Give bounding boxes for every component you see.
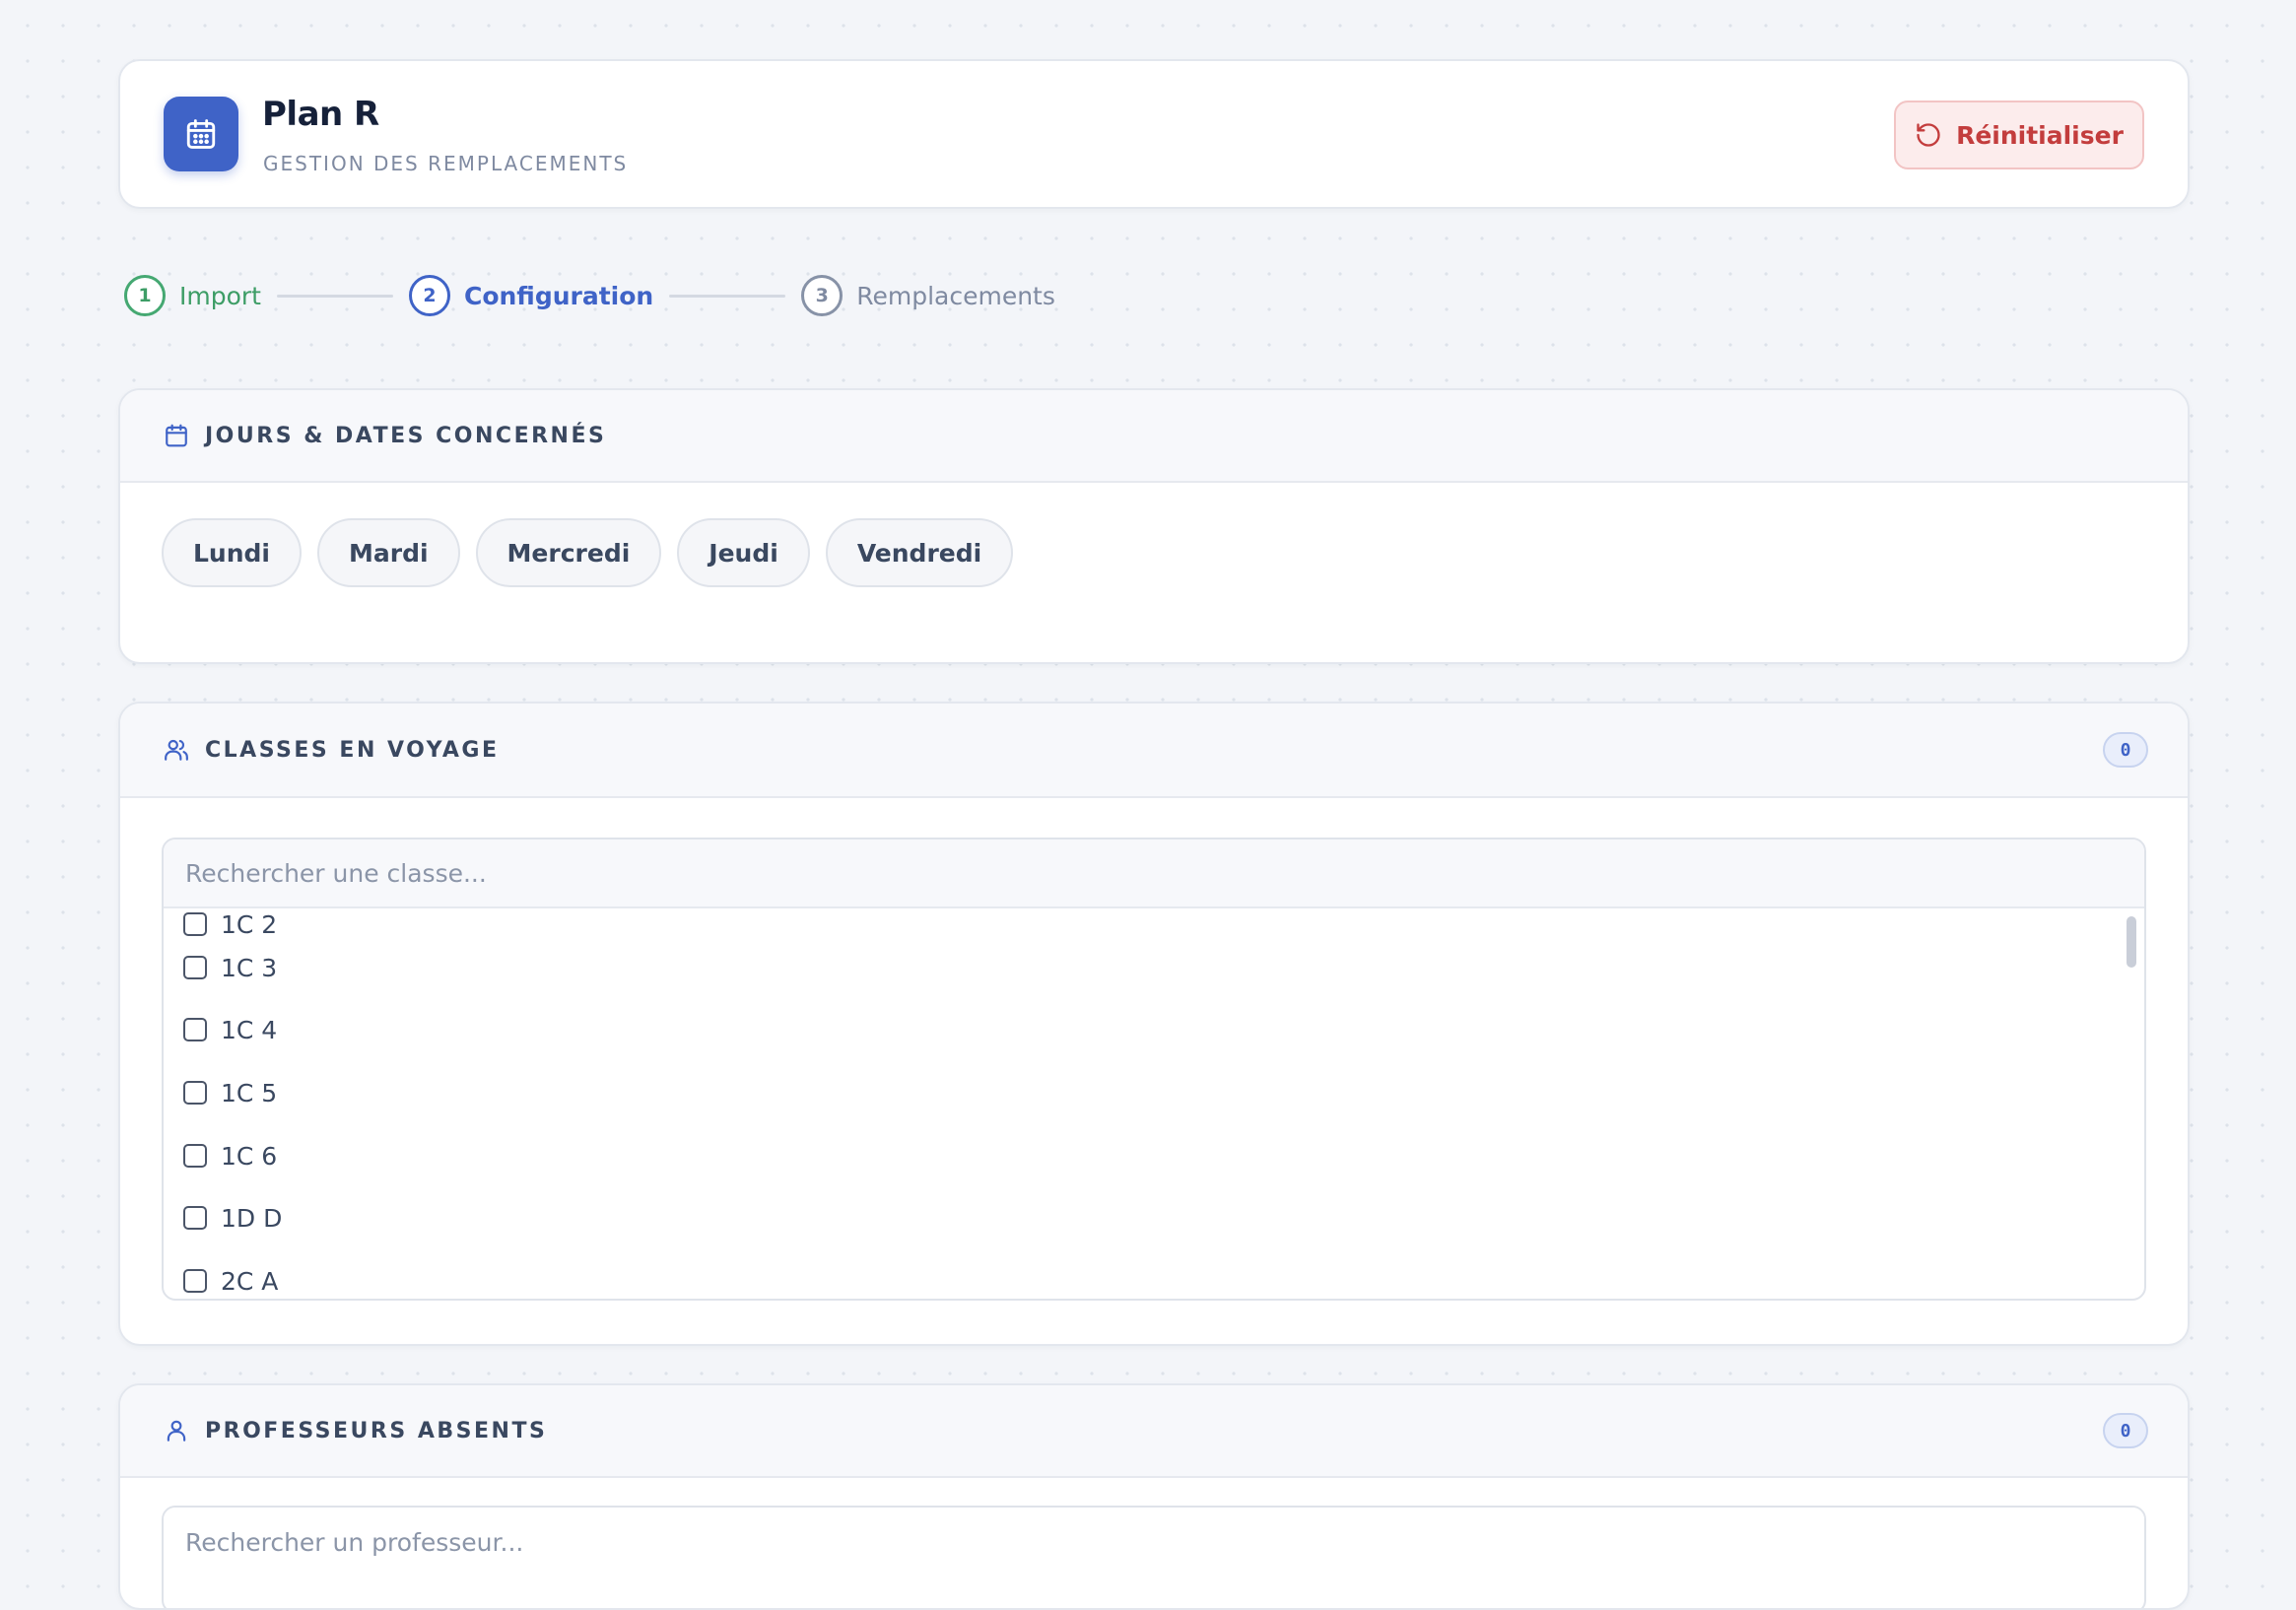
prof-search-input[interactable]: [164, 1508, 2144, 1576]
reset-icon: [1917, 123, 1940, 147]
day-thursday[interactable]: Jeudi: [677, 518, 810, 587]
app-title: Plan R: [262, 95, 379, 134]
day-monday[interactable]: Lundi: [162, 518, 302, 587]
day-tuesday[interactable]: Mardi: [317, 518, 460, 587]
class-option[interactable]: 1C 4: [183, 1010, 277, 1049]
day-friday[interactable]: Vendredi: [825, 518, 1014, 587]
class-checkbox[interactable]: [183, 1018, 207, 1041]
class-search-input[interactable]: [164, 839, 2144, 908]
classes-section-header: CLASSES EN VOYAGE 0: [120, 704, 2188, 798]
class-label: 1C 5: [221, 1078, 278, 1107]
classes-section-title: CLASSES EN VOYAGE: [205, 737, 500, 763]
step-remplacements[interactable]: 3 Remplacements: [801, 275, 1055, 316]
profs-section-header: PROFESSEURS ABSENTS 0: [120, 1385, 2188, 1478]
days-section: JOURS & DATES CONCERNÉS Lundi Mardi Merc…: [118, 388, 2190, 664]
prof-picker: [162, 1506, 2146, 1608]
stepper: 1 Import 2 Configuration 3 Remplacements: [124, 272, 1055, 319]
class-option[interactable]: 1C 6: [183, 1136, 277, 1175]
class-label: 1C 3: [221, 953, 278, 982]
days-section-header: JOURS & DATES CONCERNÉS: [120, 390, 2188, 483]
class-label: 2C A: [221, 1266, 279, 1296]
step-connector: [669, 294, 786, 298]
class-picker: 1C 2 1C 3 1C 4 1C 5 1C 6 1D D: [162, 838, 2146, 1301]
app-header: Plan R GESTION DES REMPLACEMENTS Réiniti…: [118, 59, 2190, 209]
class-option[interactable]: 1D D: [183, 1198, 282, 1238]
step-number: 3: [801, 275, 844, 316]
classes-section: CLASSES EN VOYAGE 0 1C 2 1C 3 1C 4 1C 5: [118, 702, 2190, 1346]
profs-count-badge: 0: [2103, 1413, 2148, 1448]
day-wednesday[interactable]: Mercredi: [475, 518, 662, 587]
step-label: Configuration: [463, 281, 654, 310]
reset-button-label: Réinitialiser: [1956, 120, 2124, 150]
class-label: 1C 4: [221, 1015, 278, 1044]
user-icon: [162, 1416, 191, 1445]
step-import[interactable]: 1 Import: [124, 275, 261, 316]
reset-button[interactable]: Réinitialiser: [1894, 101, 2144, 169]
calendar-icon: [162, 421, 191, 450]
day-selector: Lundi Mardi Mercredi Jeudi Vendredi: [120, 483, 2188, 587]
class-label: 1D D: [221, 1203, 283, 1233]
profs-section: PROFESSEURS ABSENTS 0: [118, 1383, 2190, 1610]
class-list-scrollbar[interactable]: [2127, 916, 2136, 968]
step-label: Import: [179, 281, 261, 310]
class-checkbox[interactable]: [183, 1269, 207, 1293]
users-icon: [162, 735, 191, 765]
class-label: 1C 6: [221, 1141, 278, 1171]
class-label: 1C 2: [221, 909, 278, 939]
class-option[interactable]: 1C 5: [183, 1073, 277, 1112]
step-number: 2: [408, 275, 450, 316]
class-list[interactable]: 1C 2 1C 3 1C 4 1C 5 1C 6 1D D 2C A: [164, 908, 2144, 1299]
app-subtitle: GESTION DES REMPLACEMENTS: [263, 152, 629, 175]
class-option[interactable]: 1C 3: [183, 948, 277, 987]
classes-count-badge: 0: [2103, 732, 2148, 768]
calendar-logo-icon: [164, 97, 238, 171]
step-number: 1: [124, 275, 166, 316]
class-option[interactable]: 1C 2: [183, 908, 277, 944]
class-checkbox[interactable]: [183, 956, 207, 979]
step-connector: [276, 294, 393, 298]
class-option[interactable]: 2C A: [183, 1261, 278, 1299]
profs-section-title: PROFESSEURS ABSENTS: [205, 1418, 548, 1443]
class-checkbox[interactable]: [183, 912, 207, 936]
step-label: Remplacements: [856, 281, 1055, 310]
step-configuration[interactable]: 2 Configuration: [408, 275, 654, 316]
class-checkbox[interactable]: [183, 1206, 207, 1230]
class-checkbox[interactable]: [183, 1144, 207, 1168]
days-section-title: JOURS & DATES CONCERNÉS: [205, 423, 607, 448]
class-checkbox[interactable]: [183, 1081, 207, 1105]
